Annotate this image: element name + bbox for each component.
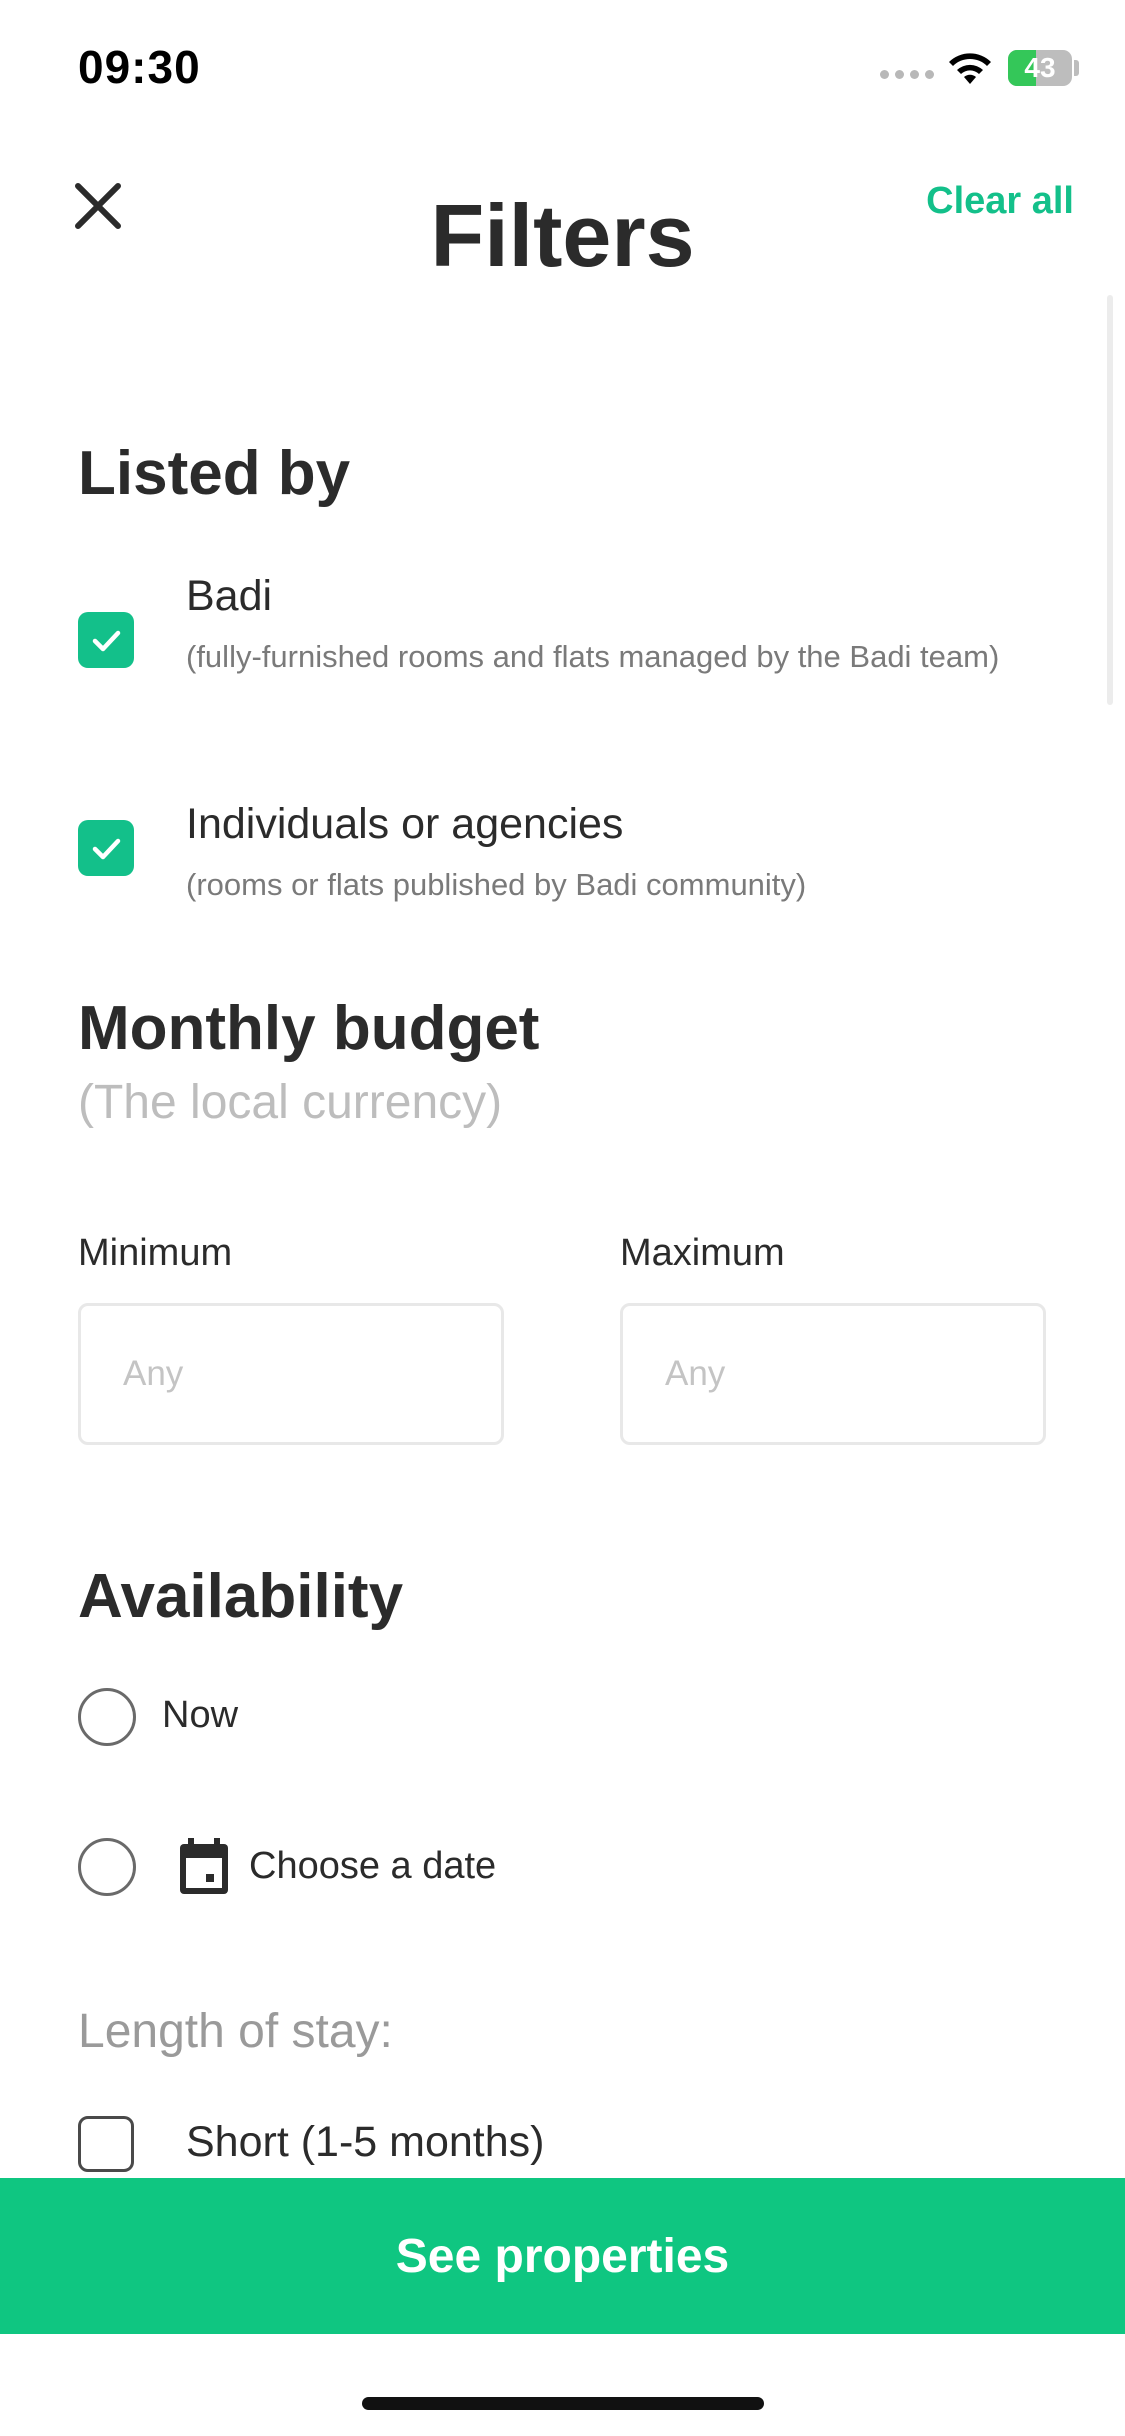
battery-percent: 43: [1024, 52, 1056, 83]
minimum-budget-input[interactable]: [78, 1303, 504, 1445]
now-label: Now: [162, 1694, 239, 1736]
budget-currency-subtitle: (The local currency): [78, 1076, 503, 1129]
maximum-label: Maximum: [620, 1232, 785, 1274]
battery-cap: [1074, 60, 1079, 76]
now-radio[interactable]: [78, 1688, 136, 1746]
badi-checkbox[interactable]: [78, 612, 134, 668]
see-properties-button[interactable]: See properties: [0, 2178, 1125, 2334]
maximum-budget-input[interactable]: [620, 1303, 1046, 1445]
battery-icon: 43: [1008, 50, 1072, 86]
home-indicator: [362, 2397, 764, 2410]
wifi-icon: [949, 53, 991, 84]
clear-all-button[interactable]: Clear all: [926, 180, 1074, 223]
scroll-indicator: [1107, 295, 1113, 705]
short-stay-label: Short (1-5 months): [186, 2118, 545, 2166]
badi-label: Badi: [186, 572, 273, 620]
calendar-icon: [180, 1838, 228, 1894]
minimum-label: Minimum: [78, 1232, 233, 1274]
short-stay-checkbox[interactable]: [78, 2116, 134, 2172]
individuals-checkbox[interactable]: [78, 820, 134, 876]
length-of-stay-title: Length of stay:: [78, 2005, 393, 2058]
check-icon: [92, 838, 121, 860]
badi-description: (fully-furnished rooms and flats managed…: [186, 639, 1000, 674]
status-time: 09:30: [78, 41, 201, 93]
check-icon: [92, 630, 121, 652]
choose-date-label: Choose a date: [249, 1845, 497, 1887]
signal-dots-icon: [880, 70, 934, 79]
monthly-budget-title: Monthly budget: [78, 994, 540, 1063]
individuals-description: (rooms or flats published by Badi commun…: [186, 867, 807, 902]
listed-by-title: Listed by: [78, 439, 351, 508]
choose-date-radio[interactable]: [78, 1838, 136, 1896]
individuals-label: Individuals or agencies: [186, 800, 624, 848]
availability-title: Availability: [78, 1562, 404, 1631]
